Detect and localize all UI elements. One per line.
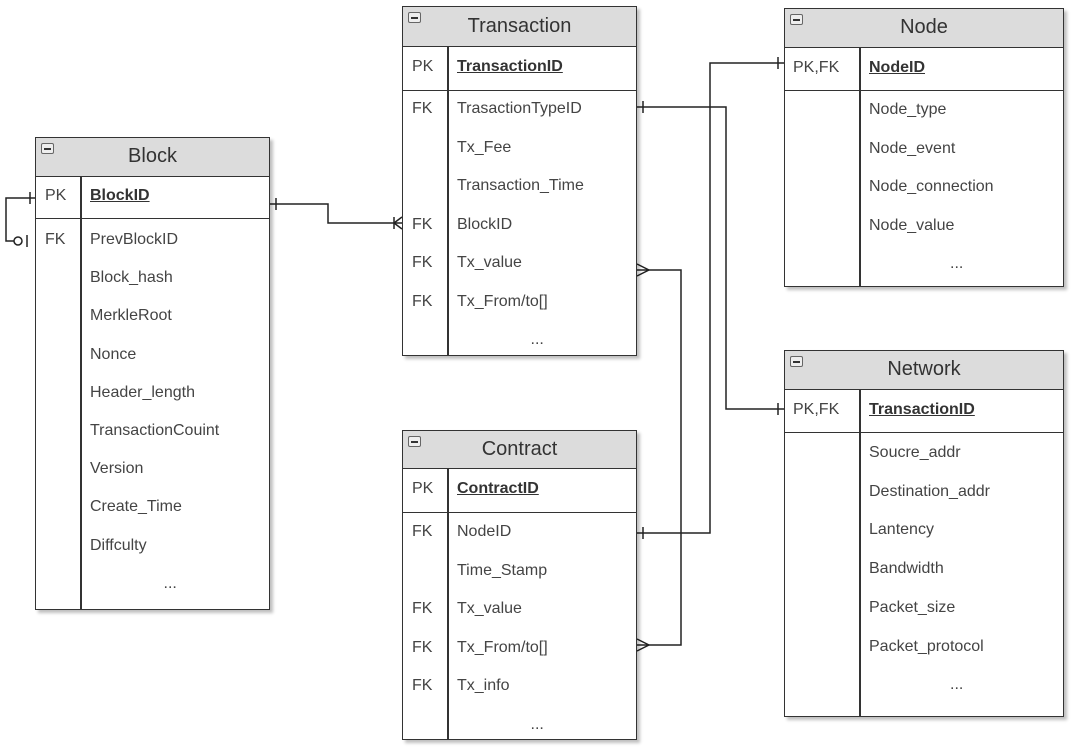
entity-block[interactable]: Block PK BlockID FK PrevBlockID Block_hash Mer… xyxy=(35,137,270,610)
entity-header: Contract xyxy=(403,431,636,469)
attribute: Tx_info xyxy=(457,677,510,694)
key-label: FK xyxy=(412,254,433,271)
entity-title: Network xyxy=(887,358,961,380)
attribute: Transaction_Time xyxy=(457,177,584,194)
column-divider xyxy=(859,433,861,716)
entity-header: Network xyxy=(785,351,1063,390)
attribute: Header_length xyxy=(90,383,195,401)
entity-header: Node xyxy=(785,9,1063,48)
attribute: Soucre_addr xyxy=(869,444,961,461)
rel-contract-node xyxy=(637,57,784,539)
column-divider xyxy=(859,390,861,432)
rel-block-transaction xyxy=(270,198,403,230)
attribute: Packet_size xyxy=(869,598,956,616)
key-label: FK xyxy=(412,100,433,117)
collapse-icon[interactable] xyxy=(790,356,803,367)
attribute: Node_value xyxy=(869,216,955,234)
entity-title: Contract xyxy=(481,438,558,460)
attribute: NodeID xyxy=(457,523,512,540)
key-label: PK xyxy=(412,480,434,497)
attribute: Bandwidth xyxy=(869,560,944,578)
attribute: Tx_value xyxy=(457,600,522,617)
attribute: Node_connection xyxy=(869,178,994,195)
attribute: Diffculty xyxy=(90,536,147,554)
attribute: BlockID xyxy=(457,215,513,233)
key-label: FK xyxy=(412,677,433,694)
primary-key-name: TransactionID xyxy=(869,400,975,418)
attribute: ... xyxy=(950,676,964,694)
attribute: Tx_Fee xyxy=(457,138,512,156)
primary-key-name: NodeID xyxy=(869,58,925,76)
key-label: FK xyxy=(412,292,433,310)
collapse-icon[interactable] xyxy=(790,14,803,25)
attribute: Packet_protocol xyxy=(869,637,984,655)
column-divider xyxy=(859,48,861,90)
column-divider xyxy=(447,513,449,739)
attribute: TransactionCouint xyxy=(90,422,220,439)
attribute: Node_event xyxy=(869,139,956,157)
column-divider xyxy=(447,469,449,512)
entity-title: Node xyxy=(900,16,948,38)
attribute: ... xyxy=(950,255,964,272)
column-divider xyxy=(447,47,449,90)
attribute: TrasactionTypeID xyxy=(457,100,582,117)
entity-header: Block xyxy=(36,138,269,177)
entity-title: Block xyxy=(128,145,177,167)
attribute: Tx_value xyxy=(457,254,522,271)
attribute: Block_hash xyxy=(90,269,173,287)
column-divider xyxy=(80,177,82,218)
column-divider xyxy=(80,219,82,609)
key-label: PK,FK xyxy=(793,400,840,418)
attribute: ... xyxy=(163,574,177,592)
attribute: Time_Stamp xyxy=(457,561,548,579)
attribute: Lantency xyxy=(869,521,934,539)
attribute: PrevBlockID xyxy=(90,231,179,248)
primary-key-row: PK ContractID xyxy=(403,469,636,513)
primary-key-row: PK BlockID xyxy=(36,177,269,219)
column-divider xyxy=(859,91,861,286)
attribute: MerkleRoot xyxy=(90,307,172,325)
key-label: FK xyxy=(412,638,433,656)
column-divider xyxy=(447,91,449,355)
collapse-icon[interactable] xyxy=(41,143,54,154)
entity-title: Transaction xyxy=(467,15,572,37)
attribute: Version xyxy=(90,460,144,478)
key-label: FK xyxy=(412,215,433,233)
primary-key-row: PK TransactionID xyxy=(403,47,636,91)
key-label: FK xyxy=(45,231,66,248)
primary-key-name: TransactionID xyxy=(457,58,563,75)
entity-transaction[interactable]: Transaction PK TransactionID FK TrasactionTy… xyxy=(402,6,637,356)
rel-block-self xyxy=(5,192,35,247)
attribute: Tx_From/to[] xyxy=(457,292,548,310)
key-label: PK xyxy=(45,187,67,204)
primary-key-name: BlockID xyxy=(90,187,150,204)
key-label: FK xyxy=(412,600,433,617)
collapse-icon[interactable] xyxy=(408,12,421,23)
primary-key-name: ContractID xyxy=(457,480,539,497)
attribute: Nonce xyxy=(90,345,137,363)
collapse-icon[interactable] xyxy=(408,436,421,447)
er-diagram: Block PK BlockID FK PrevBlockID Block_hash Mer… xyxy=(0,0,1075,748)
key-label: PK xyxy=(412,58,434,75)
primary-key-row: PK,FK TransactionID xyxy=(785,390,1063,433)
key-label: PK,FK xyxy=(793,58,840,76)
entity-node[interactable]: Node PK,FK NodeID Node_type Node_event Node_c… xyxy=(784,8,1064,287)
entity-contract[interactable]: Contract PK ContractID FK NodeID Time_Stamp FK… xyxy=(402,430,637,740)
entity-header: Transaction xyxy=(403,7,636,47)
attribute: ... xyxy=(530,331,544,348)
attribute: Tx_From/to[] xyxy=(457,638,548,656)
entity-network[interactable]: Network PK,FK TransactionID Soucre_addr Dest… xyxy=(784,350,1064,717)
attribute: Create_Time xyxy=(90,498,182,516)
attribute: Destination_addr xyxy=(869,482,990,500)
key-label: FK xyxy=(412,523,433,540)
attribute: ... xyxy=(530,715,544,733)
primary-key-row: PK,FK NodeID xyxy=(785,48,1063,91)
rel-transaction-contract xyxy=(636,263,682,652)
attribute: Node_type xyxy=(869,101,947,118)
